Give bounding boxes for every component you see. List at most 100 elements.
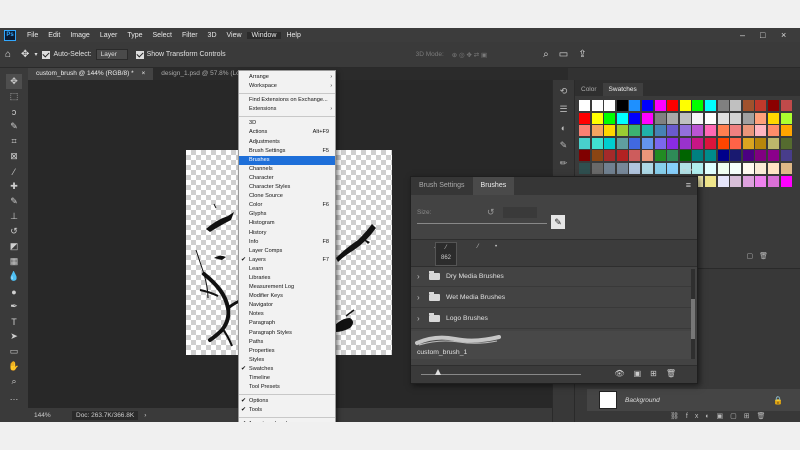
color-swatch[interactable] (730, 175, 742, 187)
color-swatch[interactable] (641, 162, 653, 174)
color-swatch[interactable] (629, 125, 641, 137)
tab-design-1[interactable]: design_1.psd @ 57.8% (Lo (153, 68, 248, 80)
color-swatch[interactable] (616, 100, 628, 111)
color-swatch[interactable] (629, 150, 641, 162)
brush-settings-icon[interactable]: ✎ (557, 139, 571, 152)
move-tool-icon[interactable]: ✥ (21, 49, 29, 60)
color-swatch[interactable] (591, 150, 603, 162)
move-tool-icon[interactable]: ✥ (6, 74, 22, 89)
color-swatch[interactable] (742, 162, 754, 174)
quick-select-icon[interactable]: ✎ (6, 119, 22, 134)
color-swatch[interactable] (704, 162, 716, 174)
close-tab-icon[interactable]: × (141, 70, 145, 77)
menu-item-extensions[interactable]: Extensions › (239, 105, 335, 114)
color-swatch[interactable] (654, 112, 666, 124)
status-arrow-icon[interactable]: › (144, 412, 146, 419)
color-swatch[interactable] (604, 162, 616, 174)
color-swatch[interactable] (692, 150, 704, 162)
menu-item-tool-presets[interactable]: Tool Presets (239, 383, 335, 392)
color-swatch[interactable] (704, 125, 716, 137)
menu-item-timeline[interactable]: Timeline (239, 374, 335, 383)
color-swatch[interactable] (767, 137, 779, 149)
folder-dry-media[interactable]: › Dry Media Brushes (411, 267, 691, 287)
color-swatch[interactable] (704, 175, 716, 187)
color-swatch[interactable] (755, 100, 767, 111)
chevron-right-icon[interactable]: › (417, 293, 425, 302)
color-swatch[interactable] (755, 125, 767, 137)
zoom-tool-icon[interactable]: ⌕ (6, 374, 22, 389)
color-swatch[interactable] (679, 137, 691, 149)
color-swatch[interactable] (616, 137, 628, 149)
type-tool-icon[interactable]: T (6, 314, 22, 329)
color-swatch[interactable] (780, 175, 792, 187)
color-swatch[interactable] (742, 175, 754, 187)
menu-item-info[interactable]: Info F8 (239, 238, 335, 247)
history-icon[interactable]: ⟲ (557, 85, 571, 98)
color-swatch[interactable] (692, 100, 704, 111)
color-swatch[interactable] (780, 150, 792, 162)
layer-select[interactable]: Layer (95, 49, 128, 60)
menu-item-history[interactable]: History (239, 229, 335, 238)
menu-item-styles[interactable]: Styles (239, 356, 335, 365)
color-swatch[interactable] (730, 150, 742, 162)
color-swatch[interactable] (629, 137, 641, 149)
menu-item-swatches[interactable]: ✔ Swatches (239, 365, 335, 374)
hand-tool-icon[interactable]: ✋ (6, 359, 22, 374)
color-swatch[interactable] (579, 112, 590, 124)
menu-item-histogram[interactable]: Histogram (239, 219, 335, 228)
lock-icon[interactable]: 🔒 (773, 396, 783, 405)
color-swatch[interactable] (704, 137, 716, 149)
reset-icon[interactable]: ↺ (487, 207, 495, 218)
color-swatch[interactable] (591, 162, 603, 174)
more-tools-icon[interactable]: … (6, 389, 22, 404)
color-swatch[interactable] (780, 100, 792, 111)
menu-item-1-custom-brush[interactable]: ✔1 custom_brush (239, 420, 335, 422)
color-swatch[interactable] (641, 150, 653, 162)
zoom-level[interactable]: 144% (34, 412, 72, 419)
color-swatch[interactable] (730, 100, 742, 111)
lasso-tool-icon[interactable]: ↄ (6, 104, 22, 119)
search-icon[interactable]: ⌕ (543, 49, 549, 60)
color-swatch[interactable] (730, 162, 742, 174)
color-swatch[interactable] (654, 100, 666, 111)
color-swatch[interactable] (579, 150, 590, 162)
color-swatch[interactable] (742, 112, 754, 124)
menu-edit[interactable]: Edit (43, 32, 65, 39)
menu-item-notes[interactable]: Notes (239, 310, 335, 319)
menu-item-navigator[interactable]: Navigator (239, 301, 335, 310)
color-swatch[interactable] (755, 112, 767, 124)
footer-icons[interactable]: 👁▣⊞🗑 (614, 369, 685, 378)
slider-knob[interactable] (435, 369, 441, 375)
adjustments-icon[interactable]: ◐ (557, 121, 571, 134)
color-swatch[interactable] (755, 175, 767, 187)
color-swatch[interactable] (704, 100, 716, 111)
blur-tool-icon[interactable]: 💧 (6, 269, 22, 284)
workspace-icon[interactable]: ▭ (559, 49, 568, 60)
rectangle-tool-icon[interactable]: ▭ (6, 344, 22, 359)
color-swatch[interactable] (641, 137, 653, 149)
color-swatch[interactable] (717, 150, 729, 162)
color-swatch[interactable] (591, 100, 603, 111)
color-swatch[interactable] (742, 125, 754, 137)
color-swatch[interactable] (767, 112, 779, 124)
menu-item-brush-settings[interactable]: Brush Settings F5 (239, 147, 335, 156)
menu-item-paths[interactable]: Paths (239, 338, 335, 347)
menu-item-layer-comps[interactable]: Layer Comps (239, 247, 335, 256)
color-swatch[interactable] (692, 137, 704, 149)
menu-item-modifier-keys[interactable]: Modifier Keys (239, 292, 335, 301)
color-swatch[interactable] (641, 112, 653, 124)
color-swatch[interactable] (616, 162, 628, 174)
color-swatch[interactable] (604, 137, 616, 149)
color-swatch[interactable] (604, 112, 616, 124)
menu-item-arrange[interactable]: Arrange › (239, 73, 335, 82)
color-swatch[interactable] (742, 100, 754, 111)
color-swatch[interactable] (641, 100, 653, 111)
eraser-icon[interactable]: ◩ (6, 239, 22, 254)
tab-color[interactable]: Color (575, 83, 603, 96)
swatch-footer-icons[interactable]: ▢🗑 (746, 252, 774, 260)
menu-item-paragraph-styles[interactable]: Paragraph Styles (239, 329, 335, 338)
color-swatch[interactable] (717, 125, 729, 137)
brushes-icon[interactable]: ✏ (557, 157, 571, 170)
color-swatch[interactable] (717, 137, 729, 149)
color-swatch[interactable] (780, 162, 792, 174)
